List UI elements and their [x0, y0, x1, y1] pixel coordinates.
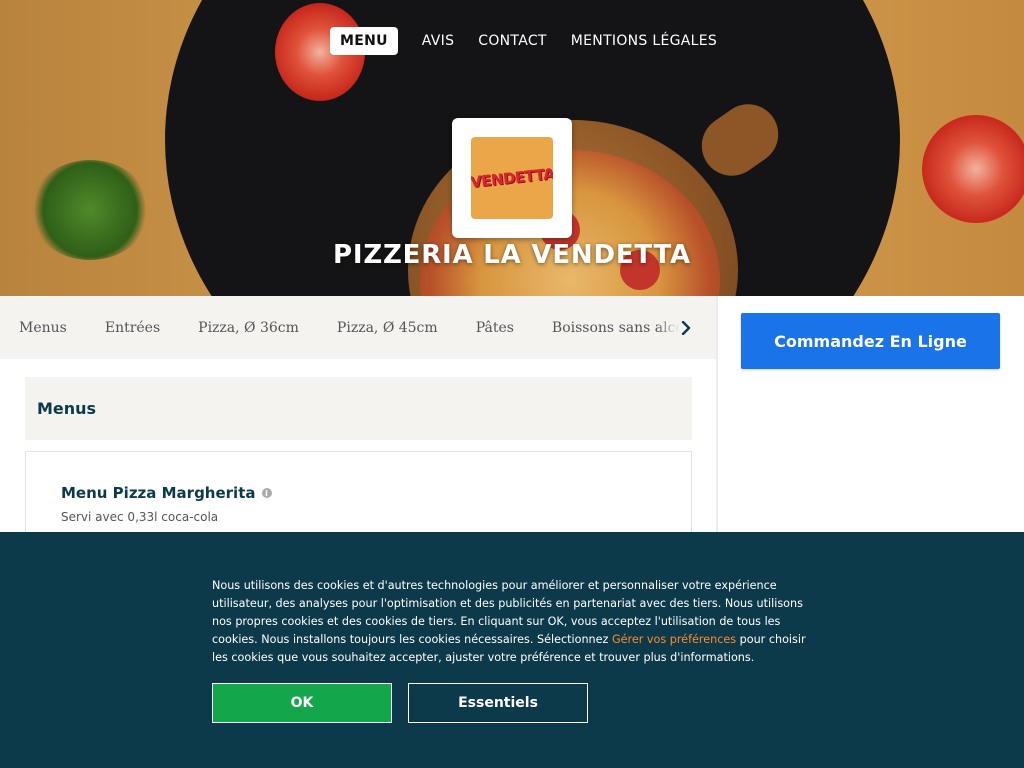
- nav-contact[interactable]: CONTACT: [468, 27, 557, 55]
- category-scroll-right-button[interactable]: [656, 296, 716, 359]
- category-bar: Menus Entrées Pizza, Ø 36cm Pizza, Ø 45c…: [0, 296, 716, 359]
- nav-mentions-legales[interactable]: MENTIONS LÉGALES: [561, 27, 727, 55]
- category-tab-entrees[interactable]: Entrées: [86, 320, 179, 336]
- tomato-image: [922, 115, 1024, 223]
- logo-text: VENDETTA: [471, 164, 553, 192]
- cookie-banner: Nous utilisons des cookies et d'autres t…: [0, 532, 1024, 768]
- category-tab-pizza-45[interactable]: Pizza, Ø 45cm: [318, 320, 457, 336]
- chevron-right-icon: [681, 320, 691, 335]
- nav-menu[interactable]: MENU: [330, 27, 398, 55]
- restaurant-name: PIZZERIA LA VENDETTA: [333, 240, 691, 270]
- category-tab-menus[interactable]: Menus: [0, 320, 86, 336]
- category-tab-pates[interactable]: Pâtes: [457, 320, 533, 336]
- hero-banner: MENU AVIS CONTACT MENTIONS LÉGALES VENDE…: [0, 0, 1024, 296]
- menu-item-description: Servi avec 0,33l coca-cola: [61, 510, 219, 524]
- menu-item-title-row: Menu Pizza Margherita i: [61, 484, 272, 502]
- nav-avis[interactable]: AVIS: [412, 27, 464, 55]
- top-navigation: MENU AVIS CONTACT MENTIONS LÉGALES: [330, 26, 731, 56]
- order-online-button[interactable]: Commandez En Ligne: [741, 313, 1000, 369]
- manage-preferences-link[interactable]: Gérer vos préférences: [612, 633, 736, 646]
- cookie-message: Nous utilisons des cookies et d'autres t…: [212, 577, 812, 667]
- cookie-ok-button[interactable]: OK: [212, 683, 392, 723]
- menu-item-name: Menu Pizza Margherita: [61, 484, 256, 502]
- restaurant-logo: VENDETTA: [452, 118, 572, 238]
- section-title: Menus: [37, 399, 97, 418]
- cookie-essentials-button[interactable]: Essentiels: [408, 683, 588, 723]
- category-tab-pizza-36[interactable]: Pizza, Ø 36cm: [179, 320, 318, 336]
- section-header: Menus: [25, 377, 692, 440]
- logo-badge: VENDETTA: [471, 137, 553, 219]
- info-icon[interactable]: i: [261, 488, 272, 498]
